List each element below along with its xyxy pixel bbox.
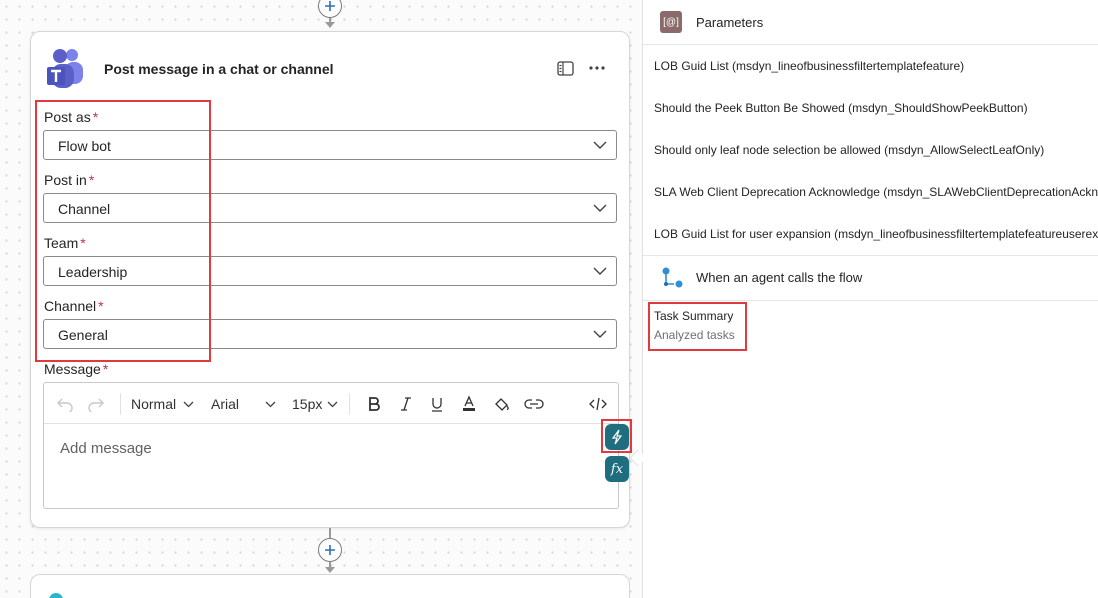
- underline-button[interactable]: [429, 393, 445, 415]
- channel-value: General: [58, 327, 108, 343]
- expression-icon: fx: [610, 461, 624, 477]
- trigger-section-header[interactable]: When an agent calls the flow: [643, 256, 1098, 300]
- message-placeholder: Add message: [60, 440, 152, 457]
- parameter-item[interactable]: SLA Web Client Deprecation Acknowledge (…: [654, 185, 1098, 199]
- add-step-button-bottom[interactable]: [318, 538, 342, 562]
- code-view-button[interactable]: [589, 393, 607, 415]
- editor-toolbar: Normal Arial 15px: [44, 383, 618, 423]
- divider: [643, 300, 1098, 301]
- chevron-down-icon: [183, 401, 194, 407]
- channel-label: Channel *: [44, 298, 104, 314]
- bold-icon: [369, 397, 380, 411]
- team-value: Leadership: [58, 264, 128, 280]
- parameter-item[interactable]: Should the Peek Button Be Showed (msdyn_…: [654, 101, 1028, 115]
- chevron-down-icon: [327, 401, 338, 407]
- post-in-value: Channel: [58, 201, 111, 217]
- more-icon: [589, 66, 605, 70]
- font-family-select[interactable]: Arial: [211, 393, 276, 415]
- post-in-dropdown[interactable]: Channel: [43, 193, 617, 223]
- chevron-down-icon: [593, 141, 607, 149]
- code-view-icon: [589, 397, 607, 411]
- redo-icon: [88, 398, 104, 412]
- card-title: Post message in a chat or channel: [104, 61, 334, 77]
- font-size-select[interactable]: 15px: [292, 393, 338, 415]
- post-in-label: Post in *: [44, 172, 95, 188]
- expression-button[interactable]: fx: [605, 456, 629, 482]
- italic-icon: [401, 397, 411, 411]
- parameter-item[interactable]: LOB Guid List (msdyn_lineofbusinessfilte…: [654, 59, 964, 73]
- panel-toggle-icon: [556, 60, 574, 76]
- underline-icon: [432, 398, 442, 412]
- output-title: Task Summary: [654, 309, 734, 323]
- dynamic-content-button[interactable]: [605, 424, 629, 450]
- parameters-header-label: Parameters: [696, 15, 764, 30]
- add-step-button-top[interactable]: [318, 0, 342, 18]
- font-color-icon: [463, 395, 475, 411]
- channel-dropdown[interactable]: General: [43, 319, 617, 349]
- link-button[interactable]: [524, 393, 544, 415]
- bold-button[interactable]: [366, 393, 382, 415]
- connector-arrow-bottom: [325, 567, 335, 573]
- chevron-down-icon: [593, 330, 607, 338]
- divider: [643, 44, 1098, 45]
- message-label: Message *: [44, 361, 109, 377]
- teams-icon: [45, 47, 85, 89]
- next-action-icon: [49, 593, 63, 598]
- next-action-card[interactable]: [30, 574, 630, 598]
- dynamic-content-icon: [611, 429, 623, 445]
- panel-toggle-button[interactable]: [556, 60, 574, 76]
- post-as-value: Flow bot: [58, 138, 111, 154]
- parameters-header[interactable]: [@] Parameters: [643, 0, 1098, 45]
- add-step-icon: [325, 1, 335, 11]
- undo-button[interactable]: [56, 393, 74, 415]
- parameter-item[interactable]: LOB Guid List for user expansion (msdyn_…: [654, 227, 1098, 241]
- post-as-label: Post as *: [44, 109, 99, 125]
- chevron-down-icon: [593, 267, 607, 275]
- chevron-down-icon: [593, 204, 607, 212]
- action-card-post-message[interactable]: Post message in a chat or channel Post a…: [30, 31, 630, 528]
- parameter-item[interactable]: Should only leaf node selection be allow…: [654, 143, 1044, 157]
- message-editor[interactable]: Normal Arial 15px Add message: [43, 382, 619, 509]
- undo-icon: [57, 398, 73, 412]
- font-color-button[interactable]: [461, 393, 477, 415]
- italic-button[interactable]: [398, 393, 414, 415]
- team-label: Team *: [44, 235, 86, 251]
- toolbar-separator: [120, 393, 121, 415]
- trigger-section-label: When an agent calls the flow: [696, 270, 863, 285]
- post-as-dropdown[interactable]: Flow bot: [43, 130, 617, 160]
- highlight-button[interactable]: [493, 393, 511, 415]
- highlight-icon: [495, 398, 509, 411]
- toolbar-separator: [349, 393, 350, 415]
- connector-arrow-top: [325, 22, 335, 28]
- paragraph-style-select[interactable]: Normal: [131, 393, 194, 415]
- parameters-icon: [@]: [660, 11, 682, 33]
- toolbar-divider: [44, 423, 618, 424]
- team-dropdown[interactable]: Leadership: [43, 256, 617, 286]
- agent-flow-icon: [660, 266, 684, 290]
- add-step-icon: [325, 545, 335, 555]
- output-subtitle: Analyzed tasks: [654, 328, 735, 342]
- link-icon: [524, 399, 544, 409]
- redo-button[interactable]: [87, 393, 105, 415]
- chevron-down-icon: [265, 401, 276, 407]
- more-options-button[interactable]: [587, 60, 607, 76]
- dynamic-content-panel: [@] Parameters LOB Guid List (msdyn_line…: [642, 0, 1098, 598]
- output-task-summary[interactable]: Task Summary Analyzed tasks: [654, 309, 735, 342]
